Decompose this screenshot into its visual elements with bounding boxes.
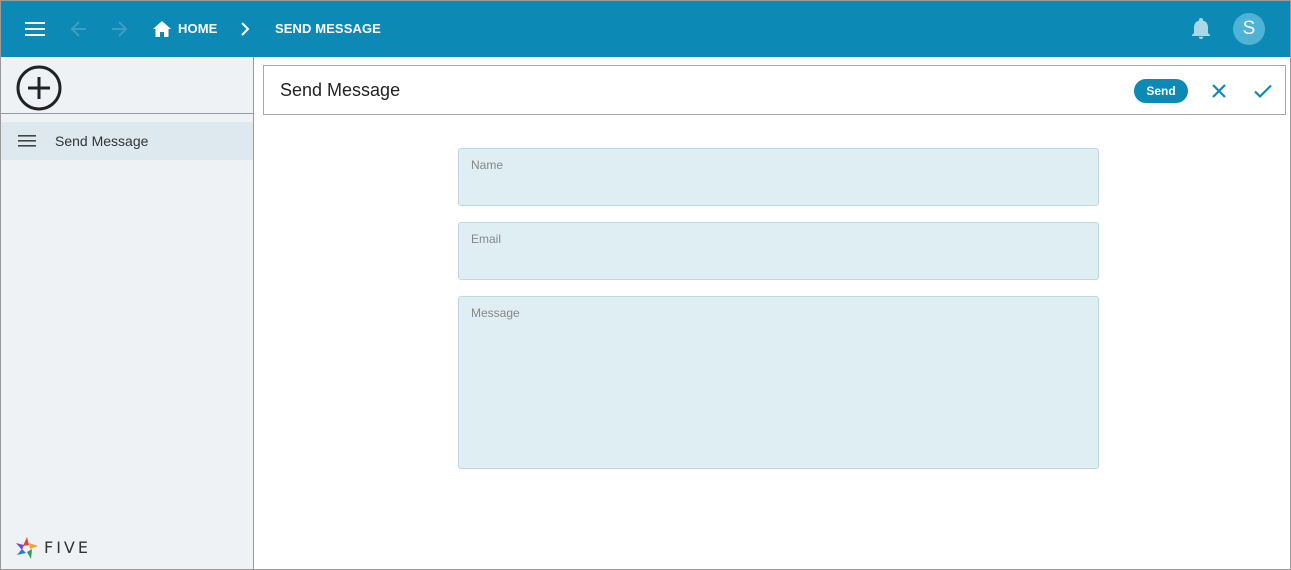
avatar[interactable]: S bbox=[1233, 13, 1265, 45]
send-button[interactable]: Send bbox=[1134, 79, 1188, 103]
name-input[interactable] bbox=[471, 177, 1086, 197]
page-title: Send Message bbox=[280, 80, 401, 100]
five-logo-icon bbox=[16, 537, 38, 559]
chevron-right-icon bbox=[235, 17, 255, 41]
home-icon[interactable] bbox=[149, 15, 175, 43]
message-field[interactable]: Message bbox=[458, 296, 1099, 469]
message-label: Message bbox=[471, 306, 520, 320]
close-icon[interactable] bbox=[1207, 79, 1231, 103]
breadcrumb-current: SEND MESSAGE bbox=[275, 21, 381, 36]
message-input[interactable] bbox=[471, 327, 1086, 460]
list-icon bbox=[18, 134, 36, 148]
sidebar: Send Message FIVE bbox=[1, 57, 254, 569]
email-label: Email bbox=[471, 232, 502, 246]
top-bar: HOME SEND MESSAGE S bbox=[1, 1, 1290, 57]
arrow-left-icon[interactable] bbox=[65, 15, 93, 43]
check-icon[interactable] bbox=[1251, 79, 1275, 103]
bell-icon[interactable] bbox=[1189, 17, 1213, 41]
email-field[interactable]: Email bbox=[458, 222, 1099, 280]
name-field[interactable]: Name bbox=[458, 148, 1099, 206]
breadcrumb-home[interactable]: HOME bbox=[178, 1, 217, 57]
sidebar-divider bbox=[1, 113, 253, 114]
five-logo: FIVE bbox=[14, 535, 109, 563]
app-window: HOME SEND MESSAGE S Send Message FIVE Se… bbox=[0, 0, 1291, 570]
sidebar-item-label: Send Message bbox=[55, 133, 149, 149]
logo-text: FIVE bbox=[44, 538, 91, 557]
form-header: Send Message Send bbox=[263, 65, 1286, 115]
name-label: Name bbox=[471, 158, 504, 172]
arrow-right-icon[interactable] bbox=[105, 15, 133, 43]
plus-circle-icon[interactable] bbox=[16, 65, 62, 111]
sidebar-item-send-message[interactable]: Send Message bbox=[1, 122, 253, 160]
email-input[interactable] bbox=[471, 251, 1086, 271]
menu-icon[interactable] bbox=[21, 15, 49, 43]
